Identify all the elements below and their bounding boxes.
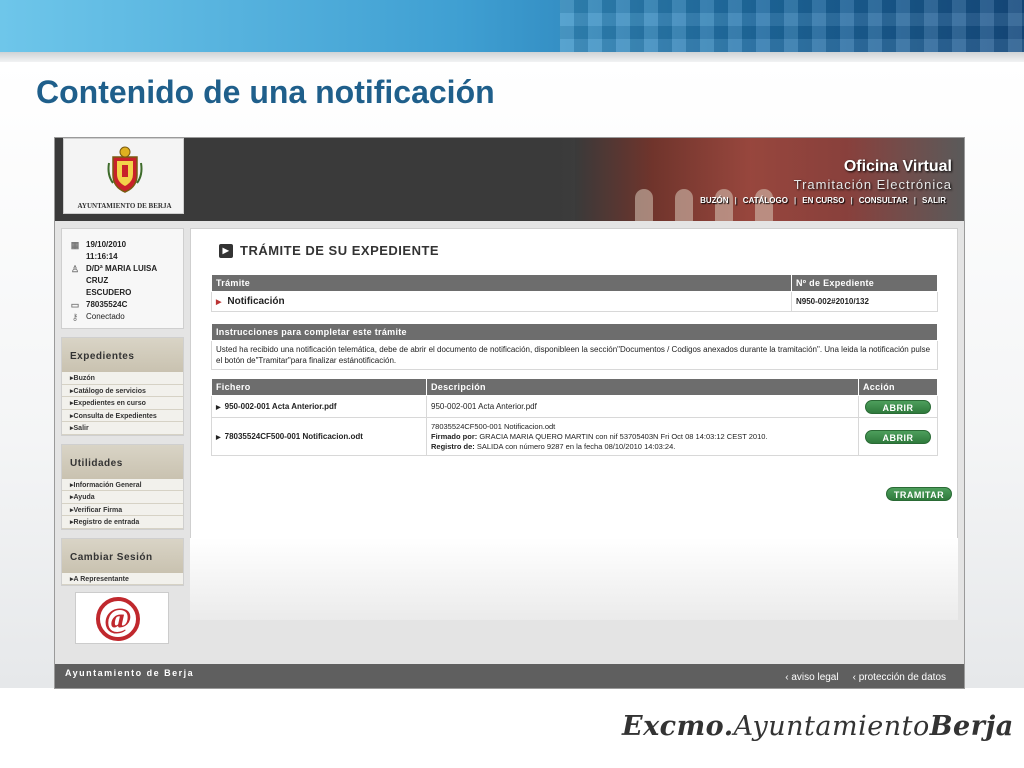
table-header: Instrucciones para completar este trámit… bbox=[211, 323, 938, 341]
e-administration-logo[interactable]: @ bbox=[75, 592, 169, 644]
files-table: Fichero Descripción Acción ▶ 950-002-001 … bbox=[211, 378, 938, 456]
file-name-link[interactable]: 950-002-001 Acta Anterior.pdf bbox=[225, 402, 337, 411]
site-header: AYUNTAMIENTO DE BERJA Oficina Virtual Tr… bbox=[55, 138, 964, 221]
user-name-line1: D/Dª MARIA LUISA bbox=[86, 264, 158, 273]
signature-logo: Excmo.AyuntamientoBerja bbox=[622, 711, 1014, 742]
sidebar-item-buzon[interactable]: ▸Buzón bbox=[62, 372, 183, 385]
sidebar-item-representante[interactable]: ▸A Representante bbox=[62, 573, 183, 585]
sidebar: ▦ 19/10/2010 11:16:14 ♙ D/Dª MARIA LUISA C… bbox=[61, 228, 184, 644]
sidebar-item-registro[interactable]: ▸Registro de entrada bbox=[62, 516, 183, 529]
table-row: ▶ Notificación N950-002#2010/132 bbox=[211, 291, 938, 312]
nav-en-curso[interactable]: EN CURSO bbox=[802, 196, 844, 205]
signed-by-label: Firmado por: bbox=[431, 431, 478, 441]
file-description: 78035524CF500-001 Notificacion.odt bbox=[431, 421, 556, 431]
slide-top-banner bbox=[0, 0, 1024, 52]
sidebar-item-catalogo[interactable]: ▸Catálogo de servicios bbox=[62, 385, 183, 397]
top-navigation: BUZÓN | CATÁLOGO | EN CURSO | CONSULTAR | SA… bbox=[700, 196, 946, 205]
id-card-icon: ▭ bbox=[70, 300, 80, 310]
tramite-table: Trámite Nº de Expediente ▶ Notificación N… bbox=[211, 274, 938, 312]
coat-of-arms-icon bbox=[107, 146, 143, 193]
connection-status: Conectado bbox=[86, 312, 125, 321]
web-screenshot: AYUNTAMIENTO DE BERJA Oficina Virtual Tr… bbox=[54, 137, 965, 689]
expediente-number: N950-002#2010/132 bbox=[791, 291, 938, 312]
panel-expedientes: Expedientes ▸Buzón ▸Catálogo de servicio… bbox=[61, 337, 184, 436]
nav-consultar[interactable]: CONSULTAR bbox=[859, 196, 908, 205]
site-footer: Ayuntamiento de Berja ‹ aviso legal ‹ pr… bbox=[55, 664, 964, 688]
panel-title: Utilidades bbox=[62, 444, 183, 479]
registry-label: Registro de: bbox=[431, 441, 475, 451]
office-title: Oficina Virtual bbox=[843, 158, 952, 175]
signed-by-text: GRACIA MARIA QUERO MARTIN con nif 537054… bbox=[479, 431, 768, 441]
play-arrow-icon: ▶ bbox=[219, 243, 233, 258]
user-icon: ♙ bbox=[70, 264, 80, 274]
session-time: 11:16:14 bbox=[86, 252, 118, 261]
panel-title: Cambiar Sesión bbox=[62, 538, 183, 573]
sidebar-item-ayuda[interactable]: ▸Ayuda bbox=[62, 491, 183, 504]
user-name-line3: ESCUDERO bbox=[86, 288, 132, 297]
user-nif: 78035524C bbox=[86, 300, 128, 309]
bullet-arrow-icon: ▶ bbox=[216, 299, 222, 306]
content-bottom-fade bbox=[190, 538, 958, 620]
table-row: ▶ 78035524CF500-001 Notificacion.odt 7803… bbox=[211, 417, 938, 456]
site-logo[interactable]: AYUNTAMIENTO DE BERJA bbox=[63, 138, 184, 214]
tramite-name: Notificación bbox=[227, 296, 285, 307]
table-row: ▶ 950-002-001 Acta Anterior.pdf 950-002-0… bbox=[211, 395, 938, 418]
key-icon: ⚷ bbox=[71, 312, 79, 322]
at-sign-icon: @ bbox=[96, 597, 140, 641]
footer-organization: Ayuntamiento de Berja bbox=[65, 668, 195, 678]
slide-title: Contenido de una notificación bbox=[36, 74, 495, 110]
table-header: Trámite bbox=[211, 274, 792, 292]
calendar-icon: ▦ bbox=[70, 240, 80, 250]
section-title: ▶ TRÁMITE DE SU EXPEDIENTE bbox=[219, 243, 439, 258]
slide-banner-shadow bbox=[0, 52, 1024, 62]
table-header: Nº de Expediente bbox=[791, 274, 938, 292]
file-description: 950-002-001 Acta Anterior.pdf bbox=[426, 395, 859, 418]
sidebar-item-en-curso[interactable]: ▸Expedientes en curso bbox=[62, 397, 183, 410]
footer-link-proteccion-datos[interactable]: ‹ protección de datos bbox=[853, 672, 946, 683]
instructions-table: Instrucciones para completar este trámit… bbox=[211, 323, 938, 370]
sidebar-item-salir[interactable]: ▸Salir bbox=[62, 422, 183, 435]
abrir-button[interactable]: ABRIR bbox=[865, 399, 931, 414]
user-name-line2: CRUZ bbox=[86, 276, 109, 285]
panel-utilidades: Utilidades ▸Información General ▸Ayuda ▸… bbox=[61, 443, 184, 530]
panel-title: Expedientes bbox=[62, 338, 183, 372]
nav-buzon[interactable]: BUZÓN bbox=[700, 196, 728, 205]
table-header: Fichero bbox=[211, 378, 427, 396]
nav-salir[interactable]: SALIR bbox=[922, 196, 946, 205]
user-info-box: ▦ 19/10/2010 11:16:14 ♙ D/Dª MARIA LUISA C… bbox=[61, 228, 184, 329]
sidebar-item-consulta[interactable]: ▸Consulta de Expedientes bbox=[62, 410, 183, 422]
office-subtitle: Tramitación Electrónica bbox=[793, 177, 952, 192]
logo-text: AYUNTAMIENTO DE BERJA bbox=[77, 202, 172, 210]
footer-link-aviso-legal[interactable]: ‹ aviso legal bbox=[785, 672, 838, 683]
abrir-button[interactable]: ABRIR bbox=[865, 429, 931, 444]
sidebar-item-verificar-firma[interactable]: ▸Verificar Firma bbox=[62, 504, 183, 516]
registry-text: SALIDA con número 9287 en la fecha 08/10… bbox=[476, 441, 676, 451]
tramitar-button[interactable]: TRAMITAR bbox=[886, 487, 952, 501]
panel-cambiar-sesion: Cambiar Sesión ▸A Representante bbox=[61, 537, 184, 586]
file-name-link[interactable]: 78035524CF500-001 Notificacion.odt bbox=[225, 432, 363, 441]
instructions-text: Usted ha recibido una notificación telem… bbox=[211, 340, 938, 370]
nav-catalogo[interactable]: CATÁLOGO bbox=[743, 196, 788, 205]
session-date: 19/10/2010 bbox=[86, 240, 127, 249]
sidebar-item-informacion[interactable]: ▸Información General bbox=[62, 479, 183, 491]
table-header: Descripción bbox=[426, 378, 859, 396]
table-header: Acción bbox=[858, 378, 938, 396]
